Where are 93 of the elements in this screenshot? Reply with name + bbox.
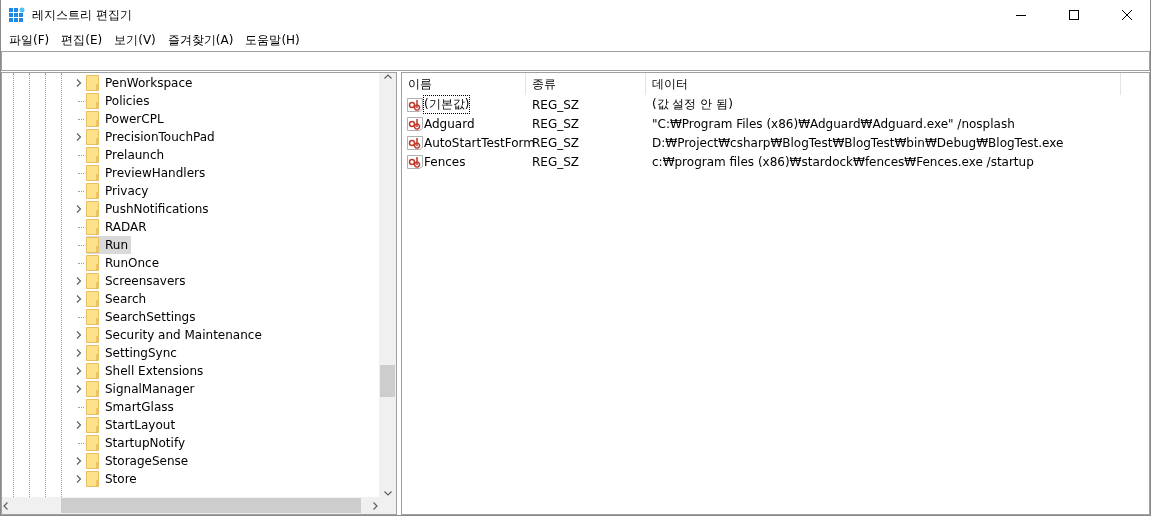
value-data: "C:₩Program Files (x86)₩Adguard₩Adguard.exe" /nosplash: [651, 115, 1016, 133]
value-type: REG_SZ: [531, 96, 581, 114]
folder-icon: [86, 417, 99, 433]
folder-icon: [86, 255, 99, 271]
folder-icon: [86, 435, 99, 451]
tree-item[interactable]: Screensavers: [86, 272, 189, 290]
folder-icon: [86, 111, 99, 127]
tree-item[interactable]: PreviewHandlers: [86, 164, 209, 182]
tree-item[interactable]: Policies: [86, 92, 153, 110]
value-name[interactable]: Fences: [424, 154, 466, 169]
string-value-icon: [407, 135, 423, 150]
expand-chevron-icon[interactable]: [75, 133, 83, 141]
folder-icon: [86, 345, 99, 361]
folder-icon: [86, 471, 99, 487]
tree-item[interactable]: SmartGlass: [86, 398, 177, 416]
tree-item[interactable]: Security and Maintenance: [86, 326, 265, 344]
folder-icon: [86, 381, 99, 397]
folder-icon: [86, 273, 99, 289]
column-header[interactable]: 데이터: [646, 73, 1121, 95]
tree-item[interactable]: RADAR: [86, 218, 150, 236]
expand-chevron-icon[interactable]: [75, 79, 83, 87]
string-value-icon: [407, 97, 423, 112]
tree-item[interactable]: SettingSync: [86, 344, 180, 362]
folder-icon: [86, 237, 99, 253]
folder-icon: [86, 399, 99, 415]
expand-chevron-icon[interactable]: [75, 331, 83, 339]
menu-item[interactable]: 도움말(H): [239, 30, 306, 50]
folder-icon: [86, 129, 99, 145]
folder-icon: [86, 75, 99, 91]
horizontal-scrollbar[interactable]: [2, 497, 379, 514]
scrollbar-thumb[interactable]: [380, 365, 395, 397]
folder-icon: [86, 291, 99, 307]
value-type: REG_SZ: [531, 153, 581, 171]
scrollbar-thumb[interactable]: [61, 498, 361, 513]
folder-icon: [86, 327, 99, 343]
tree-item[interactable]: Run: [86, 236, 131, 254]
tree-item[interactable]: Privacy: [86, 182, 152, 200]
menu-item[interactable]: 보기(V): [108, 30, 162, 50]
value-name[interactable]: Adguard: [424, 116, 475, 131]
folder-icon: [86, 183, 99, 199]
tree-item[interactable]: Shell Extensions: [86, 362, 207, 380]
vertical-scrollbar[interactable]: [379, 73, 396, 497]
menu-item[interactable]: 편집(E): [55, 30, 109, 50]
tree-item[interactable]: Store: [86, 470, 140, 488]
folder-icon: [86, 363, 99, 379]
tree-item[interactable]: RunOnce: [86, 254, 163, 272]
value-data: (값 설정 안 됨): [651, 96, 734, 113]
expand-chevron-icon[interactable]: [75, 475, 83, 483]
tree-item[interactable]: PowerCPL: [86, 110, 167, 128]
folder-icon: [86, 165, 99, 181]
folder-icon: [86, 93, 99, 109]
expand-chevron-icon[interactable]: [75, 349, 83, 357]
value-data: c:₩program files (x86)₩stardock₩fences₩Fences.exe /startup: [651, 153, 1035, 171]
value-type: REG_SZ: [531, 115, 581, 133]
tree-item[interactable]: Prelaunch: [86, 146, 168, 164]
folder-icon: [86, 309, 99, 325]
value-data: D:₩Project₩csharp₩BlogTest₩BlogTest₩bin₩Debug₩BlogTest.exe: [651, 134, 1065, 152]
app-icon: [9, 7, 25, 23]
close-icon: [1122, 10, 1132, 20]
tree-item[interactable]: SearchSettings: [86, 308, 199, 326]
tree-item[interactable]: StartLayout: [86, 416, 179, 434]
string-value-icon: [407, 116, 423, 131]
tree-item[interactable]: PushNotifications: [86, 200, 212, 218]
scroll-left-icon[interactable]: [2, 501, 10, 510]
tree-item[interactable]: StorageSense: [86, 452, 192, 470]
expand-chevron-icon[interactable]: [75, 295, 83, 303]
maximize-icon: [1069, 10, 1079, 20]
window-title: 레지스트리 편집기: [32, 6, 133, 24]
folder-icon: [86, 147, 99, 163]
tree-item[interactable]: PenWorkspace: [86, 74, 196, 92]
expand-chevron-icon[interactable]: [75, 205, 83, 213]
expand-chevron-icon[interactable]: [75, 457, 83, 465]
tree-item[interactable]: SignalManager: [86, 380, 198, 398]
column-header[interactable]: 종류: [526, 73, 646, 95]
scroll-up-icon[interactable]: [383, 73, 392, 81]
tree-item[interactable]: StartupNotify: [86, 434, 188, 452]
column-header[interactable]: 이름: [402, 73, 526, 95]
scroll-right-icon[interactable]: [371, 501, 379, 510]
expand-chevron-icon[interactable]: [75, 421, 83, 429]
scroll-down-icon[interactable]: [383, 489, 392, 497]
folder-icon: [86, 219, 99, 235]
tree-item[interactable]: PrecisionTouchPad: [86, 128, 218, 146]
expand-chevron-icon[interactable]: [75, 367, 83, 375]
folder-icon: [86, 201, 99, 217]
menu-item[interactable]: 파일(F): [3, 30, 56, 50]
tree-item[interactable]: Search: [86, 290, 150, 308]
folder-icon: [86, 453, 99, 469]
expand-chevron-icon[interactable]: [75, 385, 83, 393]
address-field[interactable]: [1, 51, 1150, 71]
string-value-icon: [407, 154, 423, 169]
menu-item[interactable]: 즐겨찾기(A): [161, 30, 240, 50]
value-name[interactable]: (기본값): [424, 96, 470, 113]
expand-chevron-icon[interactable]: [75, 277, 83, 285]
